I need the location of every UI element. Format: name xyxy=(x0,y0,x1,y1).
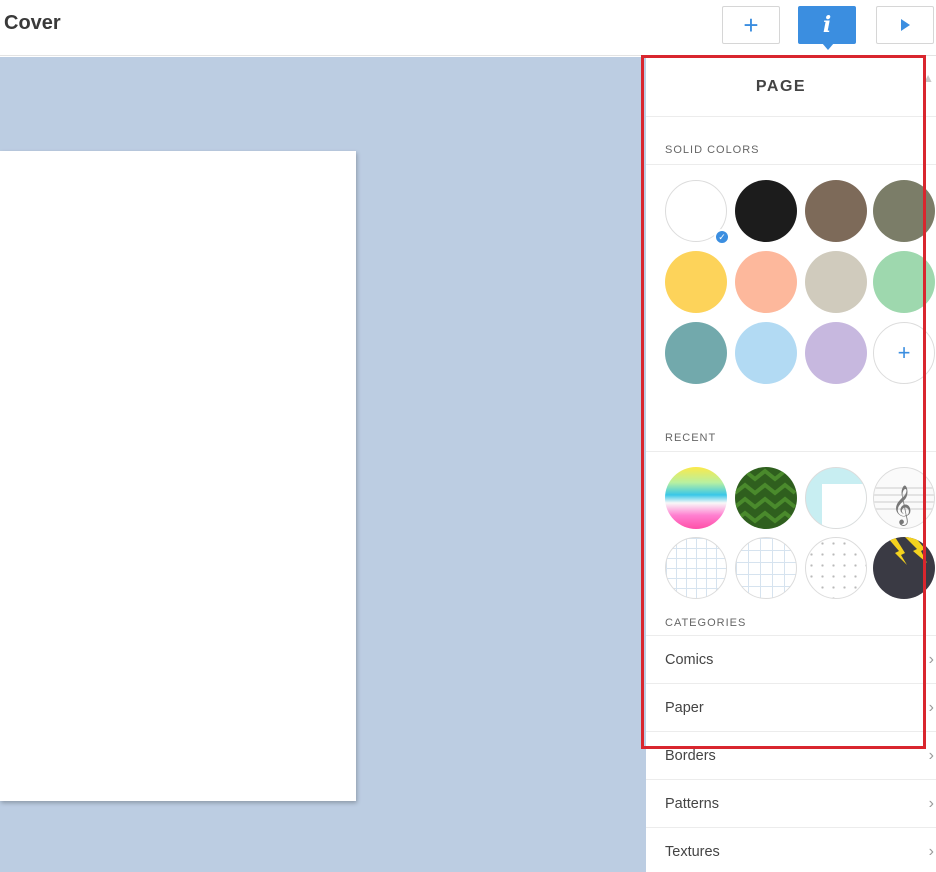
recent-rainbow-swatch[interactable] xyxy=(665,467,727,529)
recent-zigzag-swatch[interactable] xyxy=(735,467,797,529)
svg-text:𝄞: 𝄞 xyxy=(892,485,912,526)
info-icon: i xyxy=(822,12,832,38)
chevron-right-icon: › xyxy=(928,650,934,668)
lightning-icon xyxy=(887,537,927,565)
chevron-right-icon: › xyxy=(928,698,934,716)
category-item[interactable]: Borders › xyxy=(646,732,936,780)
color-swatch[interactable] xyxy=(735,251,797,313)
page-settings-panel: PAGE ▲ SOLID COLORS ✓ + RECENT 𝄞 CATEGOR… xyxy=(646,57,936,872)
color-swatch[interactable] xyxy=(665,251,727,313)
category-label: Textures xyxy=(665,843,720,860)
color-swatch[interactable] xyxy=(805,251,867,313)
chevron-right-icon: › xyxy=(928,794,934,812)
chevron-right-icon: › xyxy=(928,842,934,860)
recent-frame-swatch[interactable] xyxy=(805,467,867,529)
panel-header: PAGE xyxy=(646,57,936,117)
color-swatch[interactable] xyxy=(873,180,935,242)
scroll-up-icon[interactable]: ▲ xyxy=(922,71,934,85)
color-swatch[interactable] xyxy=(735,322,797,384)
color-swatch[interactable] xyxy=(805,322,867,384)
category-item[interactable]: Paper › xyxy=(646,684,936,732)
add-color-button[interactable]: + xyxy=(873,322,935,384)
recent-heading: RECENT xyxy=(646,405,936,452)
recent-lightning-swatch[interactable] xyxy=(873,537,935,599)
selected-check-icon: ✓ xyxy=(714,229,730,245)
category-label: Borders xyxy=(665,747,716,764)
solid-colors-grid: ✓ + xyxy=(646,165,936,405)
frame-inner xyxy=(822,484,866,528)
treble-clef-icon: 𝄞 xyxy=(874,485,934,526)
play-icon xyxy=(901,19,910,31)
color-swatch[interactable] xyxy=(665,322,727,384)
page-canvas[interactable] xyxy=(0,151,356,801)
recent-grid-swatch[interactable] xyxy=(665,537,727,599)
categories-heading: CATEGORIES xyxy=(646,592,936,636)
editor-workspace[interactable] xyxy=(0,57,646,872)
color-swatch[interactable] xyxy=(735,180,797,242)
page-title: Cover xyxy=(4,12,61,34)
panel-title: PAGE xyxy=(755,77,807,95)
category-label: Patterns xyxy=(665,795,719,812)
chevron-right-icon: › xyxy=(928,746,934,764)
color-swatch[interactable]: ✓ xyxy=(665,180,730,245)
top-toolbar: Cover + i xyxy=(0,0,936,56)
category-item[interactable]: Textures › xyxy=(646,828,936,872)
recent-music-swatch[interactable]: 𝄞 xyxy=(873,467,935,529)
color-swatch[interactable] xyxy=(873,251,935,313)
info-button[interactable]: i xyxy=(798,6,856,50)
category-item[interactable]: Comics › xyxy=(646,636,936,684)
plus-icon: + xyxy=(743,9,759,40)
category-item[interactable]: Patterns › xyxy=(646,780,936,828)
categories-list: Comics › Paper › Borders › Patterns › Textures › xyxy=(646,636,936,872)
solid-colors-heading: SOLID COLORS xyxy=(646,117,936,165)
color-swatch[interactable] xyxy=(805,180,867,242)
plus-icon: + xyxy=(897,340,911,365)
category-label: Paper xyxy=(665,699,704,716)
play-button[interactable] xyxy=(876,6,934,44)
recent-dots-swatch[interactable] xyxy=(805,537,867,599)
category-label: Comics xyxy=(665,651,714,668)
add-button[interactable]: + xyxy=(722,6,780,44)
recent-backgrounds-grid: 𝄞 xyxy=(646,452,936,599)
zigzag-pattern xyxy=(735,468,797,524)
recent-grid-swatch[interactable] xyxy=(735,537,797,599)
